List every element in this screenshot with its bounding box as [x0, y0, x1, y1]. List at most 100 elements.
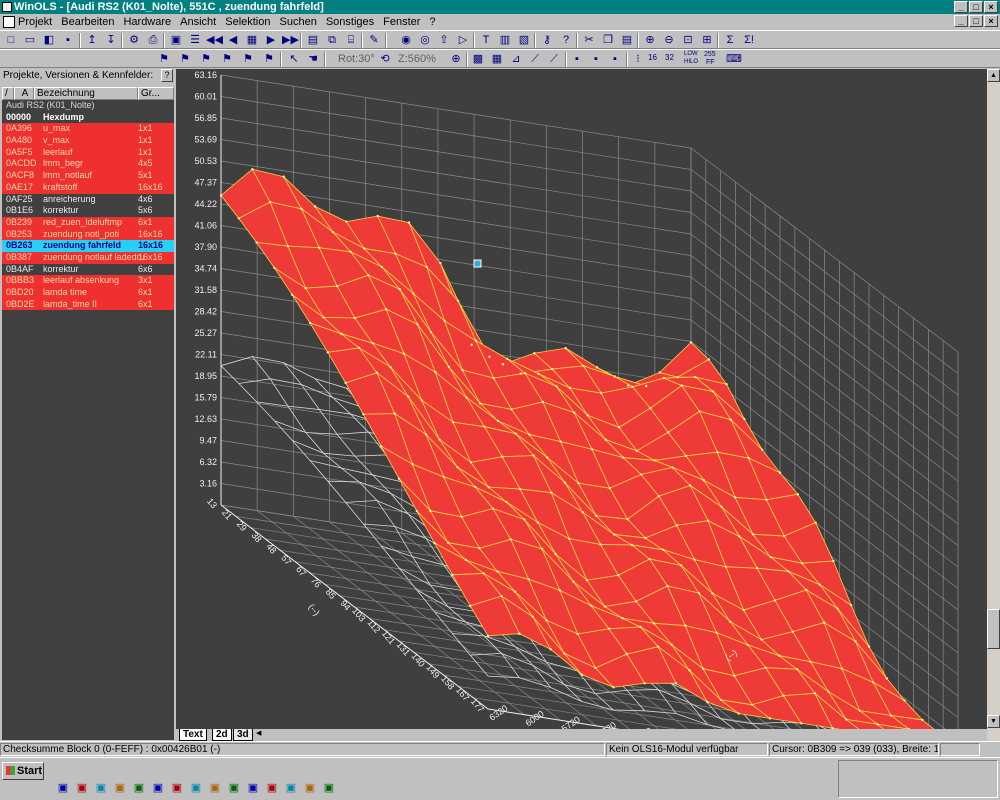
col-size[interactable]: Gr... [138, 87, 174, 100]
checksum-icon[interactable]: ◉ [398, 33, 414, 48]
quicklaunch-doc-icon[interactable]: ▣ [151, 781, 165, 795]
table-icon[interactable]: ▤ [305, 33, 321, 48]
quicklaunch-mail-icon[interactable]: ▣ [132, 781, 146, 795]
menu-projekt[interactable]: Projekt [18, 16, 52, 28]
quicklaunch-outlook-icon[interactable]: ▣ [75, 781, 89, 795]
tab-2d[interactable]: 2d [212, 729, 232, 741]
hardware-icon[interactable]: ⚙ [126, 33, 142, 48]
map-row[interactable]: 0A396 u_max 1x1 [2, 123, 174, 136]
map-row[interactable]: 0A5F5 leerlauf 1x1 [2, 146, 174, 159]
format-32-label[interactable]: 32 [665, 53, 674, 62]
vertical-scrollbar[interactable]: ▲ ▼ [987, 69, 1000, 741]
cut-icon[interactable]: ✂ [581, 33, 597, 48]
quicklaunch-paint-icon[interactable]: ▣ [208, 781, 222, 795]
ruler-icon[interactable]: ⌸ [343, 33, 359, 48]
plot-mode-icon[interactable]: ⊿ [508, 52, 524, 67]
scroll-up-arrow[interactable]: ▲ [987, 69, 1000, 82]
quicklaunch-chart-icon[interactable]: ▣ [113, 781, 127, 795]
axis-y-icon[interactable]: ⟋ [546, 52, 562, 67]
panel-help-button[interactable]: ? [161, 69, 173, 82]
view-3d-icon[interactable]: ▧ [516, 33, 532, 48]
map-row[interactable]: 0A480 v_max 1x1 [2, 135, 174, 147]
sum-icon[interactable]: Σ [722, 33, 738, 48]
whatsthis-icon[interactable]: ? [558, 33, 574, 48]
close-button[interactable]: × [984, 1, 998, 13]
surface-view-icon[interactable]: ▩ [470, 52, 486, 67]
window-icon[interactable]: ▣ [168, 33, 184, 48]
map-row[interactable]: 0B253 zuendung notl_poti 16x16 [2, 228, 174, 241]
app-icon[interactable] [2, 2, 12, 12]
print-icon[interactable]: ⎙ [145, 33, 161, 48]
menu-help[interactable]: ? [429, 16, 435, 28]
bits-icon[interactable]: ⁝ [630, 52, 646, 67]
tab-3d[interactable]: 3d [233, 729, 253, 741]
map-row[interactable]: 0B239 red_zuen_ldeluftmp 6x1 [2, 216, 174, 229]
next-page-icon[interactable]: ▶ [263, 33, 279, 48]
save-icon[interactable]: ▪ [60, 33, 76, 48]
rotate-icon[interactable]: ⟲ [377, 52, 393, 67]
menu-fenster[interactable]: Fenster [383, 16, 420, 28]
new-file-icon[interactable]: □ [3, 33, 19, 48]
marker-4-icon[interactable]: ⚑ [240, 52, 256, 67]
format-16-label[interactable]: 16 [648, 53, 657, 62]
zoom-reset-icon[interactable]: ⊞ [699, 33, 715, 48]
view-2d-icon[interactable]: ▥ [497, 33, 513, 48]
quicklaunch-web-icon[interactable]: ▣ [265, 781, 279, 795]
scroll-down-arrow[interactable]: ▼ [987, 715, 1000, 728]
col-sort[interactable]: / [2, 87, 14, 100]
start-button[interactable]: Start [2, 762, 44, 780]
map-row[interactable]: 0AE17 kraftstoff 16x16 [2, 181, 174, 194]
axis-x-icon[interactable]: ⟋ [527, 52, 543, 67]
open-folder-icon[interactable]: ▭ [22, 33, 38, 48]
menu-hardware[interactable]: Hardware [123, 16, 171, 28]
hand-icon[interactable]: ☚ [305, 52, 321, 67]
project-row[interactable]: Audi RS2 (K01_Nolte) [2, 100, 174, 112]
map-row[interactable]: 0B4AF korrektur 6x6 [2, 264, 174, 276]
view-text-icon[interactable]: T [478, 33, 494, 48]
prev-page-icon[interactable]: ◀ [225, 33, 241, 48]
minimize-button[interactable]: _ [954, 1, 968, 13]
quicklaunch-explorer-icon[interactable]: ▣ [56, 781, 70, 795]
open-icon[interactable]: ◧ [41, 33, 57, 48]
map-list[interactable]: Audi RS2 (K01_Nolte) 00000 Hexdump 0A396 u_… [2, 100, 174, 740]
quicklaunch-word-icon[interactable]: ▣ [170, 781, 184, 795]
marker-3-icon[interactable]: ⚑ [219, 52, 235, 67]
maximize-button[interactable]: □ [969, 1, 983, 13]
display-ff-label[interactable]: FF [706, 59, 715, 66]
map-row[interactable]: 00000 Hexdump [2, 112, 174, 124]
menu-bearbeiten[interactable]: Bearbeiten [61, 16, 114, 28]
copy-icon[interactable]: ❐ [600, 33, 616, 48]
online-icon[interactable]: ◎ [417, 33, 433, 48]
color-2-icon[interactable]: ▪ [588, 52, 604, 67]
surface-3d-chart[interactable]: 3.16 6.32 9.47 12.63 15.79 18.95 22.11 25.27 28.… [176, 69, 987, 796]
tools-icon[interactable]: ✎ [366, 33, 382, 48]
mdi-minimize-button[interactable]: _ [954, 15, 968, 27]
map-row[interactable]: 0AF25 anreicherung 4x6 [2, 194, 174, 206]
quicklaunch-mmc-icon[interactable]: ▣ [303, 781, 317, 795]
map-row[interactable]: 0B263 zuendung fahrfeld 16x16 [2, 240, 174, 252]
list-icon[interactable]: ☰ [187, 33, 203, 48]
quicklaunch-app-icon[interactable]: ▣ [322, 781, 336, 795]
marker-5-icon[interactable]: ⚑ [261, 52, 277, 67]
surface-chart-area[interactable]: 3.16 6.32 9.47 12.63 15.79 18.95 22.11 25.27 28.… [176, 69, 987, 796]
marker-1-icon[interactable]: ⚑ [177, 52, 193, 67]
document-icon[interactable] [3, 16, 15, 28]
grid-icon[interactable]: ▦ [244, 33, 260, 48]
zoom-3d-icon[interactable]: ⊕ [448, 52, 464, 67]
marker-2-icon[interactable]: ⚑ [198, 52, 214, 67]
map-row[interactable]: 0B1E6 korrektur 5x6 [2, 205, 174, 217]
pointer-icon[interactable]: ↖ [286, 52, 302, 67]
tab-scroll-left-arrow[interactable]: ◀ [256, 729, 261, 737]
paste-icon[interactable]: ▤ [619, 33, 635, 48]
col-address[interactable]: A [14, 87, 34, 100]
mdi-close-button[interactable]: × [984, 15, 998, 27]
first-page-icon[interactable]: ◀◀ [206, 33, 223, 48]
color-3-icon[interactable]: ▪ [607, 52, 623, 67]
col-name[interactable]: Bezeichnung [34, 87, 138, 100]
hilo-label[interactable]: HILO [684, 59, 698, 65]
display-255-label[interactable]: 255 [704, 51, 716, 58]
quicklaunch-notes-icon[interactable]: ▣ [246, 781, 260, 795]
menu-sonstiges[interactable]: Sonstiges [326, 16, 374, 28]
forward-icon[interactable]: ▷ [455, 33, 471, 48]
quicklaunch-excel-icon[interactable]: ▣ [189, 781, 203, 795]
